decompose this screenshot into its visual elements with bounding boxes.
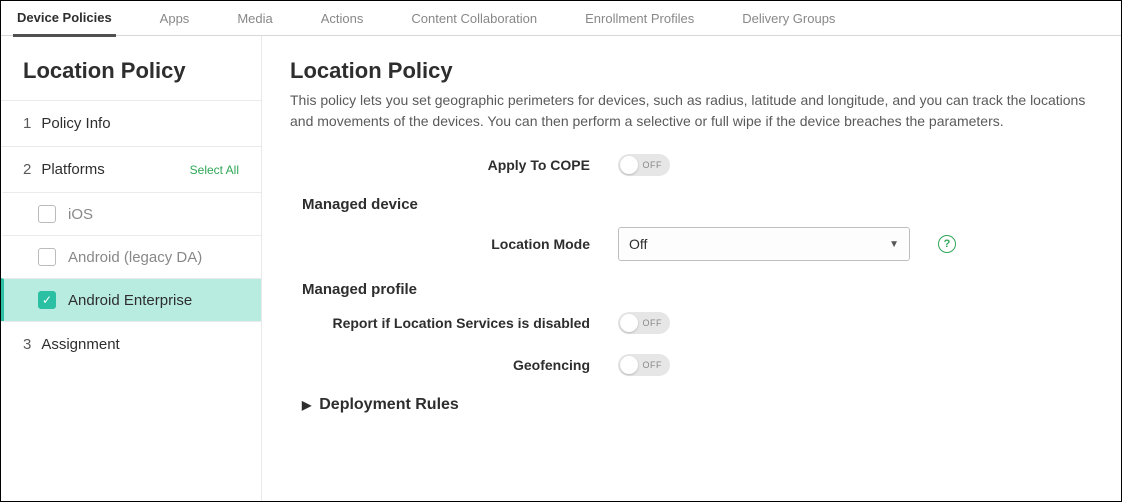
report-disabled-label: Report if Location Services is disabled <box>290 315 618 331</box>
top-tab-bar: Device Policies Apps Media Actions Conte… <box>1 1 1121 36</box>
managed-device-section: Managed device <box>302 196 1093 213</box>
apply-cope-label: Apply To COPE <box>290 157 618 173</box>
platform-ios[interactable]: ✓ iOS <box>1 192 261 235</box>
toggle-knob-icon <box>620 314 638 332</box>
step-policy-info[interactable]: 1 Policy Info <box>1 100 261 146</box>
step-number: 1 <box>23 115 31 132</box>
report-disabled-toggle[interactable]: OFF <box>618 312 670 334</box>
checkbox-icon: ✓ <box>38 248 56 266</box>
platform-label: Android (legacy DA) <box>68 249 202 266</box>
tab-actions[interactable]: Actions <box>317 1 368 35</box>
checkbox-icon: ✓ <box>38 291 56 309</box>
platform-android-legacy[interactable]: ✓ Android (legacy DA) <box>1 235 261 278</box>
location-mode-label: Location Mode <box>290 236 618 252</box>
geofencing-label: Geofencing <box>290 357 618 373</box>
platform-label: Android Enterprise <box>68 292 192 309</box>
toggle-knob-icon <box>620 156 638 174</box>
select-value: Off <box>629 236 647 252</box>
geofencing-toggle[interactable]: OFF <box>618 354 670 376</box>
step-platforms[interactable]: 2 Platforms Select All <box>1 146 261 192</box>
step-label: Policy Info <box>41 115 110 132</box>
tab-apps[interactable]: Apps <box>156 1 194 35</box>
help-icon[interactable]: ? <box>938 235 956 253</box>
policy-sidebar: Location Policy 1 Policy Info 2 Platform… <box>1 36 262 501</box>
tab-media[interactable]: Media <box>233 1 276 35</box>
step-label: Platforms <box>41 161 104 178</box>
sidebar-title: Location Policy <box>1 36 261 100</box>
checkbox-icon: ✓ <box>38 205 56 223</box>
platform-android-enterprise[interactable]: ✓ Android Enterprise <box>1 278 261 321</box>
tab-delivery-groups[interactable]: Delivery Groups <box>738 1 839 35</box>
tab-enrollment-profiles[interactable]: Enrollment Profiles <box>581 1 698 35</box>
step-number: 3 <box>23 336 31 353</box>
step-number: 2 <box>23 161 31 178</box>
toggle-state: OFF <box>643 160 663 170</box>
toggle-knob-icon <box>620 356 638 374</box>
location-mode-select[interactable]: Off ▼ <box>618 227 910 261</box>
deployment-rules-label: Deployment Rules <box>319 396 459 414</box>
page-description: This policy lets you set geographic peri… <box>290 90 1090 132</box>
main-content: Location Policy This policy lets you set… <box>262 36 1121 501</box>
managed-profile-section: Managed profile <box>302 281 1093 298</box>
select-all-link[interactable]: Select All <box>190 163 239 177</box>
toggle-state: OFF <box>643 318 663 328</box>
chevron-down-icon: ▼ <box>889 239 899 250</box>
platform-list: ✓ iOS ✓ Android (legacy DA) ✓ Android En… <box>1 192 261 321</box>
triangle-right-icon: ▶ <box>302 398 311 412</box>
page-title: Location Policy <box>290 58 1093 84</box>
toggle-state: OFF <box>643 360 663 370</box>
deployment-rules-toggle[interactable]: ▶ Deployment Rules <box>302 396 1093 414</box>
step-assignment[interactable]: 3 Assignment <box>1 321 261 367</box>
step-label: Assignment <box>41 336 119 353</box>
platform-label: iOS <box>68 206 93 223</box>
tab-content-collaboration[interactable]: Content Collaboration <box>407 1 541 35</box>
tab-device-policies[interactable]: Device Policies <box>13 0 116 37</box>
apply-cope-toggle[interactable]: OFF <box>618 154 670 176</box>
